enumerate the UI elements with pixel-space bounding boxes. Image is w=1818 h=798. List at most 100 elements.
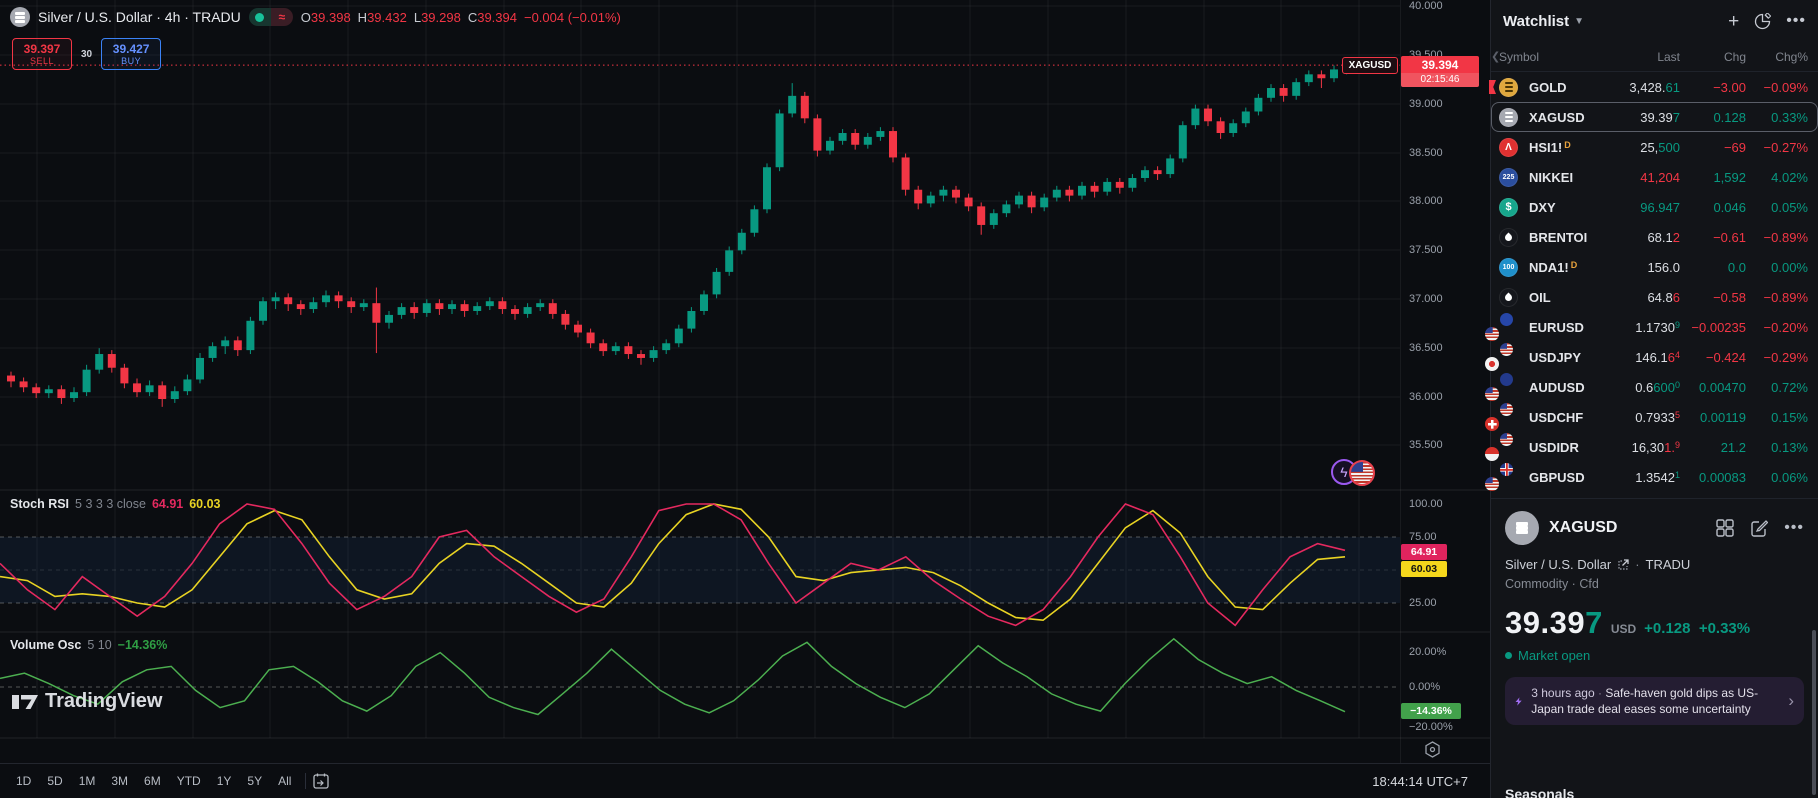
range-5D[interactable]: 5D — [39, 770, 70, 792]
tradingview-logo-icon — [12, 691, 38, 713]
compose-note-icon[interactable] — [1750, 519, 1768, 537]
watchlist-row-GOLD[interactable]: GOLD3,428.61−3.00−0.09% — [1491, 72, 1818, 102]
symbol-name: DXY — [1529, 200, 1600, 215]
last-value: 3,428.61 — [1600, 80, 1680, 95]
range-5Y[interactable]: 5Y — [239, 770, 270, 792]
chgpct-value: −0.20% — [1746, 320, 1808, 335]
col-symbol[interactable]: Symbol — [1499, 50, 1600, 64]
symbol-title[interactable]: Silver / U.S. Dollar · 4h · TRADU — [38, 9, 241, 25]
watchlist-row-NDA1![interactable]: 100NDA1!D156.00.00.00% — [1491, 252, 1818, 282]
alert-toggle-pill[interactable]: ≈ — [249, 8, 293, 26]
range-YTD[interactable]: YTD — [169, 770, 209, 792]
symbol-name: OIL — [1529, 290, 1600, 305]
range-1Y[interactable]: 1Y — [209, 770, 240, 792]
watchlist-row-XAGUSD[interactable]: XAGUSD39.3970.1280.33% — [1491, 102, 1818, 132]
price-axis-label: 36.500 — [1409, 342, 1443, 354]
watchlist-row-NIKKEI[interactable]: 225NIKKEI41,2041,5924.02% — [1491, 162, 1818, 192]
add-symbol-icon[interactable]: + — [1728, 12, 1739, 31]
buy-button[interactable]: 39.427 BUY — [101, 38, 161, 70]
range-6M[interactable]: 6M — [136, 770, 169, 792]
sell-label: SELL — [30, 56, 54, 66]
go-to-date-icon[interactable] — [312, 772, 330, 790]
watchlist-row-HSI1![interactable]: ΛHSI1!D25,500−69−0.27% — [1491, 132, 1818, 162]
chevron-right-icon: › — [1788, 691, 1794, 711]
vol-axis-label: −20.00% — [1409, 721, 1453, 733]
stoch-d-value: 60.03 — [189, 497, 220, 511]
stoch-params: 5 3 3 3 close — [75, 497, 146, 511]
sell-button[interactable]: 39.397 SELL — [12, 38, 72, 70]
watchlist-row-USDIDR[interactable]: USDIDR16,301.921.20.13% — [1491, 432, 1818, 462]
status-dot-icon[interactable] — [249, 8, 271, 26]
volume-osc-legend[interactable]: Volume Osc 5 10 −14.36% — [10, 638, 167, 652]
last-value: 64.86 — [1600, 290, 1680, 305]
stoch-axis-label: 25.00 — [1409, 597, 1437, 609]
symbol-name: XAGUSD — [1529, 110, 1600, 125]
chg-value: 0.046 — [1680, 200, 1746, 215]
chg-value: −0.58 — [1680, 290, 1746, 305]
watchlist-row-USDJPY[interactable]: USDJPY146.164−0.424−0.29% — [1491, 342, 1818, 372]
chgpct-value: 0.15% — [1746, 410, 1808, 425]
symbol-name: BRENTOI — [1529, 230, 1600, 245]
range-1M[interactable]: 1M — [71, 770, 104, 792]
watchlist-row-USDCHF[interactable]: USDCHF0.793350.001190.15% — [1491, 402, 1818, 432]
axis-settings-icon[interactable] — [1424, 741, 1441, 763]
last-value: 68.12 — [1600, 230, 1680, 245]
panel-scrollbar[interactable] — [1812, 630, 1816, 795]
chgpct-value: 0.13% — [1746, 440, 1808, 455]
watchlist-title-dropdown[interactable]: Watchlist ▼ — [1503, 13, 1584, 30]
chgpct-value: −0.89% — [1746, 290, 1808, 305]
calendar-event-markers[interactable]: ϟ — [1331, 459, 1379, 487]
chg-value: −69 — [1680, 140, 1746, 155]
icon-cell — [1499, 228, 1529, 247]
news-text: 3 hours ago · Safe-haven gold dips as US… — [1531, 685, 1779, 717]
footer-divider — [305, 773, 306, 789]
chart-canvas[interactable] — [0, 0, 1490, 763]
ohlc-H: H39.432 — [358, 10, 407, 25]
stoch-rsi-legend[interactable]: Stoch RSI 5 3 3 3 close 64.91 60.03 — [10, 497, 221, 511]
chart-section: 40.00039.50039.00038.50038.00037.50037.0… — [0, 0, 1490, 798]
layout-grid-icon[interactable] — [1716, 519, 1734, 537]
ohlc-C: C39.394 — [468, 10, 517, 25]
oil-drop-icon — [1499, 228, 1518, 247]
col-chgpct[interactable]: Chg% — [1746, 50, 1808, 64]
news-item[interactable]: 3 hours ago · Safe-haven gold dips as US… — [1505, 677, 1804, 725]
performance-pie-icon[interactable] — [1754, 13, 1771, 30]
detail-menu-icon[interactable]: ••• — [1784, 520, 1804, 536]
chgpct-value: −0.27% — [1746, 140, 1808, 155]
approx-icon[interactable]: ≈ — [271, 8, 293, 26]
session-clock[interactable]: 18:44:14 UTC+7 — [1372, 774, 1468, 789]
chg-value: 0.128 — [1680, 110, 1746, 125]
external-link-icon[interactable] — [1617, 559, 1629, 571]
market-status: Market open — [1505, 648, 1804, 663]
tradingview-watermark[interactable]: TradingView — [12, 690, 162, 713]
symbol-name: NDA1!D — [1529, 260, 1600, 275]
col-last[interactable]: Last — [1600, 50, 1680, 64]
symbol-detail-panel: XAGUSD ••• Silver / U.S. Dollar · T — [1491, 498, 1818, 780]
watchlist-row-BRENTOI[interactable]: BRENTOI68.12−0.61−0.89% — [1491, 222, 1818, 252]
range-1D[interactable]: 1D — [8, 770, 39, 792]
watchlist-row-EURUSD[interactable]: EURUSD1.17309−0.00235−0.20% — [1491, 312, 1818, 342]
symbol-logo-icon: Λ — [1499, 138, 1518, 157]
ticker-price-flag: XAGUSD — [1342, 57, 1398, 74]
us-flag-event-icon[interactable] — [1349, 460, 1375, 486]
collapse-columns-icon[interactable]: ❮ — [1491, 50, 1499, 63]
symbol-logo-icon: 225 — [1499, 168, 1518, 187]
volume-osc-tag: −14.36% — [1401, 703, 1461, 719]
col-chg[interactable]: Chg — [1680, 50, 1746, 64]
watchlist-row-DXY[interactable]: $DXY96.9470.0460.05% — [1491, 192, 1818, 222]
price-scale[interactable]: 40.00039.50039.00038.50038.00037.50037.0… — [1400, 0, 1490, 763]
watchlist-row-AUDUSD[interactable]: AUDUSD0.660000.004700.72% — [1491, 372, 1818, 402]
range-All[interactable]: All — [270, 770, 299, 792]
icon-cell: 100 — [1499, 258, 1529, 277]
market-status-label: Market open — [1518, 648, 1590, 663]
range-3M[interactable]: 3M — [103, 770, 136, 792]
symbol-name: USDJPY — [1529, 350, 1600, 365]
symbol-name: EURUSD — [1529, 320, 1600, 335]
detail-full-name[interactable]: Silver / U.S. Dollar — [1505, 557, 1611, 572]
watchlist-row-OIL[interactable]: OIL64.86−0.58−0.89% — [1491, 282, 1818, 312]
symbol-name: GOLD — [1529, 80, 1600, 95]
volume-osc-title: Volume Osc — [10, 638, 81, 652]
watchlist-row-GBPUSD[interactable]: GBPUSD1.354210.000830.06% — [1491, 462, 1818, 492]
time-axis[interactable]: Jul2347891011121516171819222324 — [0, 738, 1400, 763]
watchlist-menu-icon[interactable]: ••• — [1786, 13, 1806, 29]
